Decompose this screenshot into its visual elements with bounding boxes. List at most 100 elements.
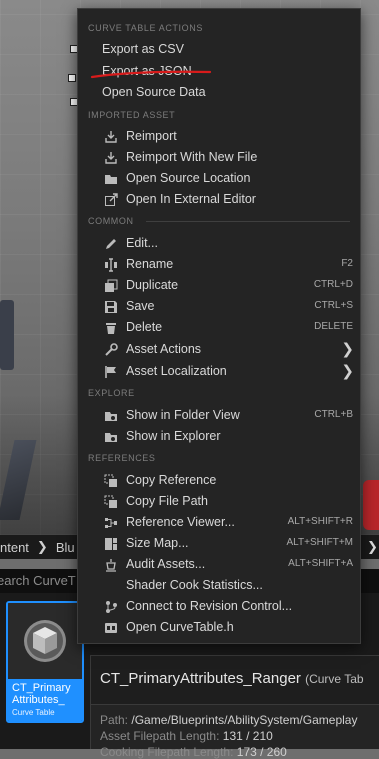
menu-item-reference-viewer[interactable]: Reference Viewer... ALT+SHIFT+R (78, 512, 360, 533)
menu-item-shortcut: ALT+SHIFT+M (286, 537, 354, 548)
asset-type: Curve Table (12, 708, 55, 717)
menu-item-size-map[interactable]: Size Map... ALT+SHIFT+M (78, 533, 360, 554)
section-header-references: REFERENCES (88, 453, 156, 463)
menu-item-label: Asset Actions (126, 342, 202, 356)
menu-item-label: Delete (126, 320, 163, 334)
viewport-prop (0, 300, 14, 370)
chevron-right-icon[interactable]: ❯ (367, 535, 379, 559)
path-item[interactable]: Blu (56, 540, 75, 555)
curve-table-cube-icon (24, 620, 66, 662)
section-divider (146, 221, 350, 222)
menu-item-label: Export as CSV (102, 42, 184, 56)
menu-item-label: Open Source Location (126, 171, 251, 185)
size-map-icon (105, 538, 117, 550)
menu-item-show-folder-view[interactable]: Show in Folder View CTRL+B (78, 405, 360, 426)
transform-handle[interactable] (68, 74, 76, 82)
tooltip-path-value: /Game/Blueprints/AbilitySystem/Gameplay (131, 713, 358, 727)
menu-item-label: Asset Localization (126, 364, 227, 378)
section-header-common: COMMON (88, 216, 134, 226)
explorer-icon (105, 433, 117, 442)
menu-item-delete[interactable]: Delete DELETE (78, 317, 360, 338)
reimport-icon (105, 131, 117, 143)
menu-item-rename[interactable]: Rename F2 (78, 254, 360, 275)
menu-item-reimport[interactable]: Reimport (78, 126, 360, 147)
menu-item-audit-assets[interactable]: Audit Assets... ALT+SHIFT+A (78, 554, 360, 575)
reimport-new-file-icon (105, 152, 117, 164)
menu-item-shader-cook-statistics[interactable]: Shader Cook Statistics... (78, 575, 360, 596)
menu-item-label: Size Map... (126, 536, 189, 550)
asset-label: CT_Primary Attributes_ Curve Table (8, 679, 82, 721)
trash-icon (106, 323, 116, 334)
cpp-header-icon (105, 623, 117, 633)
menu-item-asset-localization[interactable]: Asset Localization ❯ (78, 361, 360, 382)
menu-item-label: Reference Viewer... (126, 515, 235, 529)
menu-item-export-csv[interactable]: Export as CSV (78, 39, 360, 60)
tooltip-filepath-length-label: Asset Filepath Length: (100, 729, 220, 743)
menu-item-open-source-location[interactable]: Open Source Location (78, 168, 360, 189)
tooltip-header: CT_PrimaryAttributes_Ranger (Curve Tab (91, 656, 379, 705)
menu-item-show-explorer[interactable]: Show in Explorer (78, 426, 360, 447)
menu-item-open-curvetable-h[interactable]: Open CurveTable.h (78, 617, 360, 638)
folder-icon (105, 175, 117, 184)
menu-item-reimport-new-file[interactable]: Reimport With New File (78, 147, 360, 168)
copy-path-icon (104, 495, 117, 508)
menu-item-copy-file-path[interactable]: Copy File Path (78, 491, 360, 512)
flag-icon (105, 366, 116, 378)
tooltip-filepath-length-row: Asset Filepath Length: 131 / 210 (100, 729, 273, 743)
menu-item-label: Copy Reference (126, 473, 217, 487)
asset-tile[interactable]: CT_Primary Attributes_ Curve Table (6, 601, 84, 723)
chevron-right-icon: ❯ (341, 363, 354, 380)
menu-item-open-source-data[interactable]: Open Source Data (78, 82, 360, 103)
tooltip-path-row: Path: /Game/Blueprints/AbilitySystem/Gam… (100, 713, 357, 727)
menu-item-label: Shader Cook Statistics... (126, 578, 263, 592)
folder-view-icon (105, 412, 117, 421)
pencil-icon (106, 239, 116, 249)
menu-item-label: Reimport (126, 129, 177, 143)
menu-item-label: Save (126, 299, 155, 313)
menu-item-label: Duplicate (126, 278, 179, 292)
menu-item-shortcut: CTRL+D (313, 279, 353, 290)
copy-reference-icon (104, 474, 117, 487)
menu-item-label: Edit... (126, 236, 158, 250)
rename-icon (105, 258, 117, 272)
chevron-right-icon: ❯ (36, 539, 48, 554)
tooltip-path-label: Path: (100, 713, 129, 727)
menu-item-duplicate[interactable]: Duplicate CTRL+D (78, 275, 360, 296)
tooltip-asset-class: (Curve Tab (305, 672, 364, 686)
external-editor-icon (105, 193, 118, 206)
viewport-red-object (363, 480, 379, 530)
menu-item-save[interactable]: Save CTRL+S (78, 296, 360, 317)
menu-item-label: Show in Folder View (126, 408, 240, 422)
asset-context-menu: CURVE TABLE ACTIONS Export as CSV Export… (77, 8, 361, 644)
audit-icon (106, 559, 116, 572)
menu-item-shortcut: F2 (341, 258, 353, 269)
menu-item-label: Open Source Data (102, 85, 206, 99)
menu-item-shortcut: ALT+SHIFT+A (288, 558, 353, 569)
menu-item-label: Open In External Editor (126, 192, 256, 206)
menu-item-connect-revision-control[interactable]: Connect to Revision Control... (78, 596, 360, 617)
menu-item-shortcut: DELETE (314, 321, 353, 332)
tooltip-cooking-length-value: 173 / 260 (236, 745, 287, 759)
menu-item-copy-reference[interactable]: Copy Reference (78, 470, 360, 491)
tooltip-title: CT_PrimaryAttributes_Ranger (Curve Tab (100, 670, 364, 687)
asset-name: CT_Primary Attributes_ (12, 682, 71, 706)
menu-item-label: Copy File Path (126, 494, 208, 508)
menu-item-asset-actions[interactable]: Asset Actions ❯ (78, 339, 360, 360)
section-header-curve-table-actions: CURVE TABLE ACTIONS (88, 23, 203, 33)
reference-viewer-icon (105, 518, 117, 528)
menu-item-shortcut: ALT+SHIFT+R (287, 516, 353, 527)
section-header-explore: EXPLORE (88, 388, 135, 398)
menu-item-label: Audit Assets... (126, 557, 206, 571)
red-underline-annotation (90, 70, 212, 79)
menu-item-edit[interactable]: Edit... (78, 233, 360, 254)
path-item[interactable]: ntent (0, 540, 29, 555)
tooltip-filepath-length-value: 131 / 210 (222, 729, 273, 743)
tooltip-cooking-length-row: Cooking Filepath Length: 173 / 260 (100, 745, 287, 759)
menu-item-shortcut: CTRL+B (314, 409, 353, 420)
menu-item-label: Connect to Revision Control... (126, 599, 293, 613)
asset-tooltip: CT_PrimaryAttributes_Ranger (Curve Tab P… (90, 655, 379, 759)
menu-item-open-external-editor[interactable]: Open In External Editor (78, 189, 360, 210)
wrench-icon (105, 343, 118, 356)
search-placeholder: earch CurveT (0, 573, 76, 588)
tooltip-asset-name: CT_PrimaryAttributes_Ranger (100, 670, 301, 687)
